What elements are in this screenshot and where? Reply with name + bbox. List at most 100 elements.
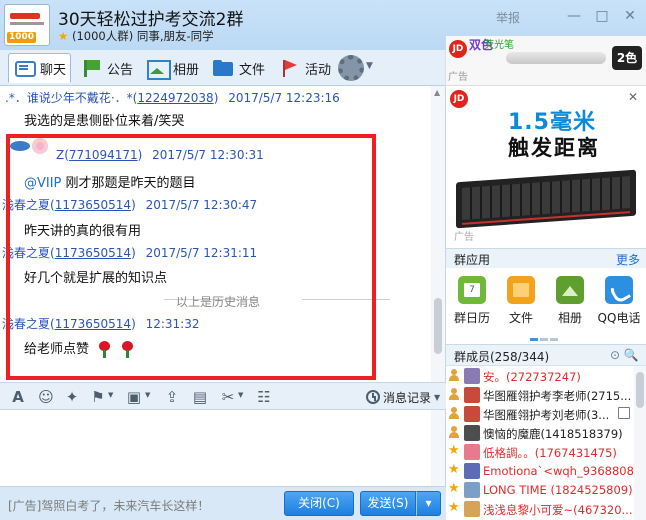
member-name: 华图雁翎护考刘老师(3...: [483, 408, 610, 422]
member-avatar[interactable]: [464, 501, 480, 517]
member-row[interactable]: 懊恼的魔鹿(1418518379): [446, 423, 646, 444]
edit-icon[interactable]: [618, 407, 630, 419]
app-calendar[interactable]: 群日历: [448, 276, 496, 326]
member-list[interactable]: 安。(272737247) 华图雁翎护考李老师(2715... 华图雁翎护考刘老师(…: [446, 366, 646, 520]
message-history-button[interactable]: 消息记录 ▼: [366, 387, 440, 407]
group-apps-more-link[interactable]: 更多: [616, 251, 640, 268]
folder-icon: [507, 276, 535, 304]
shake-icon[interactable]: ⚑: [88, 387, 108, 407]
folder-icon[interactable]: ▤: [190, 387, 210, 407]
chevron-down-icon[interactable]: ▼: [366, 61, 373, 71]
tab-activity-label: 活动: [305, 62, 332, 78]
pen-product-image: [506, 52, 606, 64]
member-avatar[interactable]: [464, 387, 480, 403]
app-album[interactable]: 相册: [546, 276, 594, 326]
chat-scrollbar-thumb[interactable]: [434, 298, 442, 354]
ad-close-icon[interactable]: ✕: [628, 90, 638, 104]
user-icon: [448, 407, 460, 419]
tab-activity[interactable]: 活动: [274, 53, 335, 83]
member-name: 华图雁翎护考李老师(2715...: [483, 389, 632, 403]
sender-name[interactable]: .*．谁说少年不戴花·．*: [5, 91, 133, 105]
star-icon: ★: [448, 500, 460, 515]
member-row[interactable]: 华图雁翎护考刘老师(3...: [446, 404, 646, 425]
group-logo-mark: [10, 13, 40, 19]
member-row[interactable]: ★ Emotiona`<wqh_93688089...: [446, 461, 646, 482]
ad-banner-top[interactable]: JD 双色 荧光笔 2色 广告: [446, 36, 646, 86]
sender-id[interactable]: 1224972038: [137, 91, 213, 105]
member-row[interactable]: 华图雁翎护考李老师(2715...: [446, 385, 646, 406]
album-icon: [556, 276, 584, 304]
member-row[interactable]: ★ 浅浅息黎小可爱~(467320...: [446, 499, 646, 520]
gear-icon[interactable]: [338, 55, 364, 81]
magic-wand-icon[interactable]: ✦: [62, 387, 82, 407]
group-size-badge: 1000: [7, 32, 37, 43]
member-avatar[interactable]: [464, 368, 480, 384]
tab-chat-label: 聊天: [40, 62, 67, 78]
members-title: 群成员(258/344): [454, 350, 550, 364]
ad-label: 广告: [454, 232, 474, 243]
apps-page-indicator[interactable]: [530, 330, 562, 341]
member-avatar[interactable]: [464, 482, 480, 498]
chevron-down-icon[interactable]: ▼: [238, 391, 243, 399]
input-toolbar: A ☺ ✦ ⚑ ▼ ▣ ▼ ⇪ ▤ ✂ ▼ ☷ 消息记录 ▼: [0, 382, 446, 410]
tab-chat[interactable]: 聊天: [8, 53, 72, 83]
report-link[interactable]: 举报: [496, 9, 520, 26]
member-row[interactable]: ★ 低格調。。(1767431475): [446, 442, 646, 463]
bottom-ad-link[interactable]: [广告]驾照白考了，未来汽车长这样！: [8, 497, 209, 514]
ad-keyboard[interactable]: JD ✕ 1.5毫米 触发距离 广告: [446, 86, 646, 244]
chevron-down-icon[interactable]: ▼: [145, 391, 150, 399]
members-search-icon[interactable]: ⊙ 🔍: [610, 348, 639, 362]
emoji-icon[interactable]: ☺: [36, 387, 56, 407]
chevron-down-icon[interactable]: ▼: [108, 391, 113, 399]
member-avatar[interactable]: [464, 463, 480, 479]
font-icon[interactable]: A: [8, 387, 28, 407]
app-qq-phone[interactable]: QQ电话: [595, 276, 643, 326]
close-window-button[interactable]: ✕: [618, 6, 642, 26]
group-logo-sub: [10, 22, 44, 25]
group-avatar[interactable]: 1000: [4, 4, 50, 46]
minimize-button[interactable]: —: [562, 6, 586, 26]
app-file[interactable]: 文件: [497, 276, 545, 326]
maximize-button[interactable]: □: [590, 6, 614, 26]
image-send-icon[interactable]: ▣: [124, 387, 144, 407]
banner-product-text: 荧光笔: [484, 40, 514, 51]
send-button[interactable]: 发送(S): [360, 491, 416, 516]
group-info: ★ (1000人群) 同事,朋友-同学: [58, 28, 214, 44]
app-label: 文件: [508, 311, 533, 325]
input-scrollbar[interactable]: [431, 410, 445, 486]
tab-album-label: 相册: [173, 62, 200, 78]
group-apps-title: 群应用: [454, 253, 491, 267]
scissors-icon[interactable]: ✂: [218, 387, 238, 407]
upload-icon[interactable]: ⇪: [162, 387, 182, 407]
member-avatar[interactable]: [464, 425, 480, 441]
flag-icon: [80, 58, 102, 78]
scroll-up-icon[interactable]: ▲: [434, 88, 440, 97]
member-row[interactable]: 安。(272737247): [446, 366, 646, 387]
calendar-icon: [458, 276, 486, 304]
jd-logo: JD: [450, 90, 468, 108]
group-title[interactable]: 30天轻松过护考交流2群: [58, 5, 243, 30]
message-history-label: 消息记录: [383, 390, 432, 405]
tab-file-label: 文件: [239, 62, 266, 78]
gift-icon[interactable]: ☷: [254, 387, 274, 407]
send-options-dropdown[interactable]: ▾: [416, 491, 441, 516]
star-icon: ★: [448, 481, 460, 496]
member-name: LONG TIME (1824525809): [483, 483, 633, 497]
app-label: 群日历: [453, 311, 490, 325]
member-list-scrollbar-thumb[interactable]: [636, 372, 644, 408]
member-row[interactable]: ★ LONG TIME (1824525809): [446, 480, 646, 501]
chat-message-area[interactable]: .*．谁说少年不戴花·．*(1224972038) 2017/5/7 12:23…: [0, 86, 446, 382]
tab-file[interactable]: 文件: [208, 53, 269, 83]
message-input[interactable]: [0, 410, 446, 486]
member-avatar[interactable]: [464, 444, 480, 460]
group-apps-header: 群应用 更多: [446, 248, 646, 268]
star-icon: ★: [448, 462, 460, 477]
tab-album[interactable]: 相册: [142, 53, 203, 83]
member-name: 安。(272737247): [483, 370, 581, 384]
bottom-bar: [广告]驾照白考了，未来汽车长这样！ 关闭(C) 发送(S) ▾: [0, 486, 446, 520]
red-flag-icon: [278, 58, 300, 78]
close-button[interactable]: 关闭(C): [284, 491, 354, 516]
tab-notice[interactable]: 公告: [76, 53, 137, 83]
member-avatar[interactable]: [464, 406, 480, 422]
highlight-annotation-box: [6, 134, 376, 380]
